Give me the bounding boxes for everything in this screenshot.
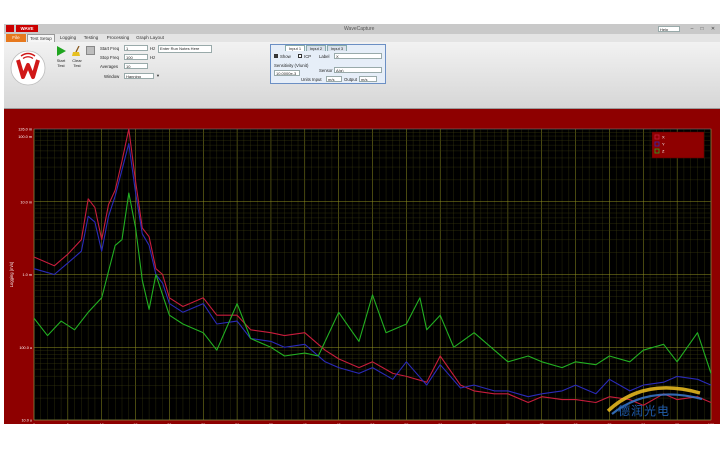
clear-test-label: Clear Test [72, 58, 82, 68]
x-tick-label: 80 [573, 423, 577, 424]
x-tick-label: 70 [506, 423, 510, 424]
play-icon [57, 46, 66, 56]
show-label: Show [280, 54, 291, 59]
tab-testing[interactable]: Testing [80, 34, 102, 42]
x-tick-label: 95 [675, 423, 679, 424]
tab-test-setup[interactable]: Test Setup [27, 34, 55, 42]
tab-file[interactable]: File [6, 34, 26, 42]
x-tick-label: 5 [67, 423, 69, 424]
stop-freq-unit: Hz [150, 55, 156, 60]
x-tick-label: 15 [133, 423, 137, 424]
y-tick-label: 1.0 m [23, 273, 33, 277]
x-tick-label: 75 [540, 423, 544, 424]
sensor-select[interactable]: A(g) [334, 67, 382, 73]
x-tick-label: 65 [472, 423, 476, 424]
window-label: Window [104, 74, 120, 79]
x-tick-label: 10 [100, 423, 104, 424]
legend-box [651, 131, 705, 159]
show-checkbox[interactable] [274, 54, 278, 58]
help-search-input[interactable]: Help [658, 26, 680, 32]
stop-freq-label: Stop Freq [100, 55, 119, 60]
x-tick-label: 35 [269, 423, 273, 424]
icp-label: ICP [304, 54, 312, 59]
start-freq-label: Start Freq [100, 46, 120, 51]
start-freq-input[interactable]: 1 [124, 45, 148, 51]
x-tick-label: 40 [303, 423, 307, 424]
stop-freq-input[interactable]: 100 [124, 54, 148, 60]
x-tick-label: 90 [641, 423, 645, 424]
spectrum-chart: 0 5 10 15 20 25 30 35 40 45 50 55 60 65 70 75 80 85 90 95 10… [9, 128, 714, 425]
x-tick-label: 85 [607, 423, 611, 424]
units-input-select[interactable]: m/s [326, 76, 342, 82]
start-freq-unit: Hz [150, 46, 156, 51]
broom-icon [72, 46, 80, 56]
x-tick-label: 55 [404, 423, 408, 424]
legend-entry: X [662, 135, 665, 140]
x-tick-label: 60 [438, 423, 442, 424]
tab-input-1[interactable]: Input 1 [285, 45, 305, 51]
chevron-down-icon[interactable]: ▼ [155, 73, 161, 79]
legend-entry: Y [662, 142, 665, 147]
app-window: WAVE WaveCapture Help – □ ✕ File Test Se… [4, 24, 720, 424]
x-tick-label: 45 [337, 423, 341, 424]
x-tick-label: 100 [708, 423, 714, 424]
app-logo-small [6, 25, 14, 32]
y-tick-label: 10.0 u [21, 419, 32, 423]
stop-test-button[interactable] [86, 46, 95, 55]
start-test-label: Start Test [56, 58, 66, 68]
y-tick-label: 100.0 m [18, 135, 32, 139]
tab-input-2[interactable]: Input 2 [306, 45, 326, 51]
window-select[interactable]: Hanning [124, 73, 154, 79]
tab-logging[interactable]: Logging [57, 34, 79, 42]
clear-test-button[interactable]: Clear Test [70, 45, 84, 71]
x-tick-label: 50 [370, 423, 374, 424]
y-axis-label: Logging (m/s) [9, 261, 14, 287]
output-select[interactable]: m/s [359, 76, 377, 82]
chart-area: 0 5 10 15 20 25 30 35 40 45 50 55 60 65 70 75 80 85 90 95 10… [4, 109, 720, 425]
maximize-icon[interactable]: □ [698, 26, 706, 32]
ribbon-tabs: File Test Setup Logging Testing Processi… [4, 34, 720, 42]
y-tick-label: 100.0 u [19, 346, 32, 350]
run-notes-input[interactable]: Enter Run Notes Here [158, 45, 212, 53]
output-label: Output [344, 77, 357, 82]
channel-label-label: Label [319, 54, 330, 59]
tab-processing[interactable]: Processing [104, 34, 132, 42]
tab-graph-layout[interactable]: Graph Layout [134, 34, 166, 42]
sensitivity-label: Sensitivity (V/unit) [274, 63, 309, 68]
averages-input[interactable]: 10 [124, 63, 148, 69]
logo-wordmark: WAVE [16, 25, 38, 32]
watermark-text: 德润光电 [618, 404, 671, 418]
x-tick-label: 30 [235, 423, 239, 424]
icp-checkbox[interactable] [298, 54, 302, 58]
close-icon[interactable]: ✕ [708, 26, 718, 32]
app-logo-icon [10, 50, 46, 86]
averages-label: Averages [100, 64, 119, 69]
ribbon-toolbar: Start Test Clear Test Start Freq 1 Hz En… [4, 42, 720, 109]
channel-label-input[interactable]: X [334, 53, 382, 59]
y-tick-label: 10.0 m [20, 200, 32, 204]
units-input-label: Units Input [301, 77, 322, 82]
x-tick-label: 0 [33, 423, 35, 424]
x-tick-label: 20 [167, 423, 171, 424]
x-tick-label: 25 [201, 423, 205, 424]
start-test-button[interactable]: Start Test [54, 45, 68, 71]
window-title: WaveCapture [344, 26, 375, 32]
sensitivity-input[interactable]: 10.0000e-3 [274, 70, 300, 76]
y-tick-label: 126.0 m [18, 128, 32, 132]
minimize-icon[interactable]: – [688, 26, 696, 32]
tab-input-3[interactable]: Input 3 [327, 45, 347, 51]
inputs-panel: Input 1 Input 2 Input 3 Show ICP Label X… [270, 44, 386, 84]
sensor-label: Sensor [319, 68, 333, 73]
